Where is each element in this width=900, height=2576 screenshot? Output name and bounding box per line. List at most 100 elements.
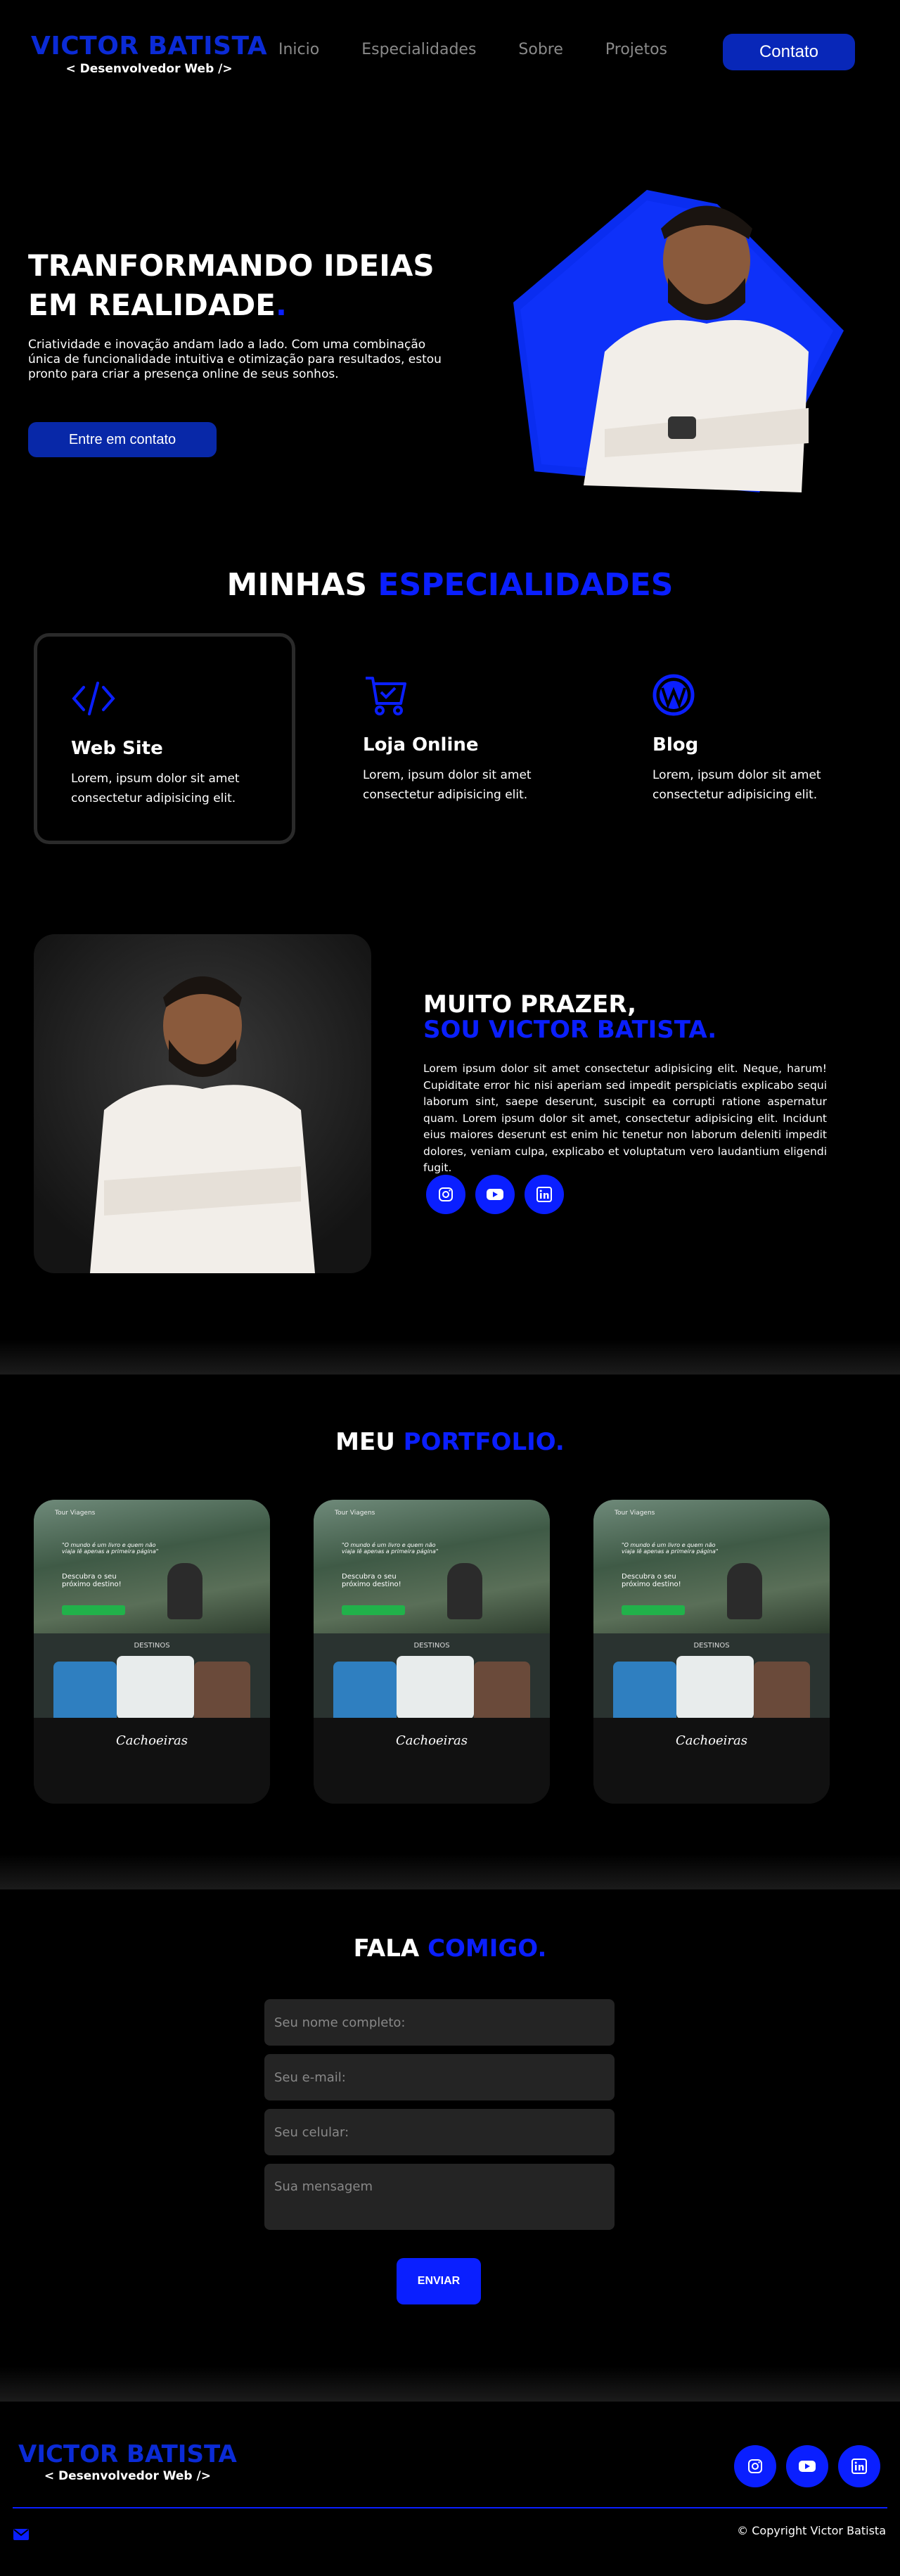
specialty-card-blog[interactable]: Blog Lorem, ipsum dolor sit amet consect… [619, 633, 880, 844]
specialty-text: Lorem, ipsum dolor sit amet consectetur … [71, 772, 240, 805]
preview-button [62, 1605, 125, 1615]
preview-section-label: DESTINOS [134, 1642, 170, 1650]
footer-instagram-button[interactable] [734, 2445, 776, 2487]
copyright-text: © Copyright Victor Batista [737, 2524, 886, 2537]
preview-button [342, 1605, 405, 1615]
footer-social-links [734, 2445, 880, 2487]
logo-name: VICTOR BATISTA [31, 32, 268, 60]
portfolio-title-white: MEU [335, 1428, 404, 1456]
hero-text: Criatividade e inovação andam lado a lad… [28, 338, 442, 381]
main-nav: Inicio Especialidades Sobre Projetos [278, 41, 709, 58]
instagram-icon [748, 2459, 762, 2473]
specialties-title-blue: ESPECIALIDADES [378, 567, 674, 603]
email-field[interactable]: Seu e-mail: [264, 2054, 615, 2100]
contact-title-blue: COMIGO. [428, 1934, 547, 1963]
about-heading-white: MUITO PRAZER, [423, 990, 637, 1019]
preview-tile [194, 1662, 250, 1725]
preview-destinations: DESTINOS [314, 1633, 550, 1725]
footer-logo[interactable]: VICTOR BATISTA < Desenvolvedor Web /> [18, 2441, 237, 2483]
section-divider [0, 1854, 900, 1889]
contact-button[interactable]: Contato [723, 34, 855, 70]
specialty-card-website[interactable]: Web Site Lorem, ipsum dolor sit amet con… [34, 633, 295, 844]
message-field[interactable]: Sua mensagem [264, 2164, 615, 2230]
send-button[interactable]: ENVIAR [397, 2258, 481, 2304]
logo[interactable]: VICTOR BATISTA < Desenvolvedor Web /> [31, 32, 268, 77]
preview-caption: Cachoeiras [116, 1733, 188, 1748]
preview-tile [613, 1662, 676, 1725]
preview-person [727, 1563, 762, 1619]
portfolio-title: MEU PORTFOLIO. [0, 1428, 900, 1456]
linkedin-icon [536, 1187, 552, 1202]
about-photo [34, 934, 371, 1273]
phone-field[interactable]: Seu celular: [264, 2109, 615, 2155]
portfolio-card[interactable]: Tour Viagens "O mundo é um livro e quem n… [593, 1500, 830, 1804]
preview-tile [333, 1662, 397, 1725]
portfolio-card[interactable]: Tour Viagens "O mundo é um livro e quem n… [314, 1500, 550, 1804]
preview-discover: Descubra o seu próximo destino! [62, 1573, 122, 1588]
mail-icon[interactable] [13, 2528, 30, 2541]
specialty-text: Lorem, ipsum dolor sit amet consectetur … [652, 768, 821, 802]
hero-title-dot: . [275, 288, 287, 322]
preview-footer: Cachoeiras [593, 1718, 830, 1804]
preview-footer: Cachoeiras [314, 1718, 550, 1804]
portfolio-title-blue: PORTFOLIO. [403, 1428, 565, 1456]
preview-tile [754, 1662, 810, 1725]
contact-title: FALA COMIGO. [0, 1934, 900, 1963]
footer-divider [13, 2507, 887, 2508]
nav-sobre[interactable]: Sobre [518, 41, 563, 58]
footer-linkedin-button[interactable] [838, 2445, 880, 2487]
specialty-text: Lorem, ipsum dolor sit amet consectetur … [363, 768, 532, 802]
preview-person [447, 1563, 482, 1619]
code-icon [72, 682, 115, 715]
footer-logo-name: VICTOR BATISTA [18, 2440, 237, 2468]
linkedin-icon [851, 2459, 867, 2474]
preview-discover: Descubra o seu próximo destino! [622, 1573, 681, 1588]
preview-destinations: DESTINOS [593, 1633, 830, 1725]
youtube-icon [799, 2461, 816, 2472]
preview-tile [117, 1656, 194, 1719]
footer-youtube-button[interactable] [786, 2445, 828, 2487]
wordpress-icon [652, 674, 695, 716]
specialty-card-store[interactable]: Loja Online Lorem, ipsum dolor sit amet … [329, 633, 591, 844]
about-heading: MUITO PRAZER, SOU VICTOR BATISTA. [423, 992, 716, 1042]
footer-logo-subtitle: < Desenvolvedor Web /> [44, 2469, 211, 2483]
preview-footer: Cachoeiras [34, 1718, 270, 1804]
about-social-links [426, 1175, 564, 1214]
preview-hero: Tour Viagens "O mundo é um livro e quem n… [314, 1500, 550, 1633]
preview-quote: "O mundo é um livro e quem não viaja lê … [622, 1542, 719, 1555]
specialty-title: Loja Online [363, 734, 479, 755]
preview-button [622, 1605, 685, 1615]
specialty-title: Web Site [71, 738, 163, 759]
preview-brand: Tour Viagens [335, 1510, 375, 1517]
name-field[interactable]: Seu nome completo: [264, 1999, 615, 2046]
instagram-button[interactable] [426, 1175, 465, 1214]
preview-tile [397, 1656, 474, 1719]
nav-projetos[interactable]: Projetos [605, 41, 667, 58]
contact-title-white: FALA [353, 1934, 428, 1963]
section-divider [0, 1339, 900, 1375]
hero-contact-button[interactable]: Entre em contato [28, 422, 217, 457]
preview-tile [474, 1662, 530, 1725]
preview-destinations: DESTINOS [34, 1633, 270, 1725]
linkedin-button[interactable] [525, 1175, 564, 1214]
preview-quote: "O mundo é um livro e quem não viaja lê … [62, 1542, 159, 1555]
preview-hero: Tour Viagens "O mundo é um livro e quem n… [593, 1500, 830, 1633]
preview-hero: Tour Viagens "O mundo é um livro e quem n… [34, 1500, 270, 1633]
preview-section-label: DESTINOS [693, 1642, 730, 1650]
hero-photo [513, 190, 844, 492]
specialty-title: Blog [652, 734, 699, 755]
section-divider [0, 2366, 900, 2402]
portfolio-card[interactable]: Tour Viagens "O mundo é um livro e quem n… [34, 1500, 270, 1804]
preview-caption: Cachoeiras [396, 1733, 468, 1748]
preview-section-label: DESTINOS [413, 1642, 450, 1650]
about-text: Lorem ipsum dolor sit amet consectetur a… [423, 1062, 827, 1174]
preview-caption: Cachoeiras [676, 1733, 747, 1748]
preview-quote: "O mundo é um livro e quem não viaja lê … [342, 1542, 439, 1555]
preview-brand: Tour Viagens [55, 1510, 96, 1517]
preview-discover: Descubra o seu próximo destino! [342, 1573, 401, 1588]
cart-icon [366, 677, 406, 715]
nav-especialidades[interactable]: Especialidades [361, 41, 476, 58]
youtube-button[interactable] [475, 1175, 515, 1214]
site-header: VICTOR BATISTA < Desenvolvedor Web /> In… [0, 0, 900, 106]
nav-inicio[interactable]: Inicio [278, 41, 319, 58]
